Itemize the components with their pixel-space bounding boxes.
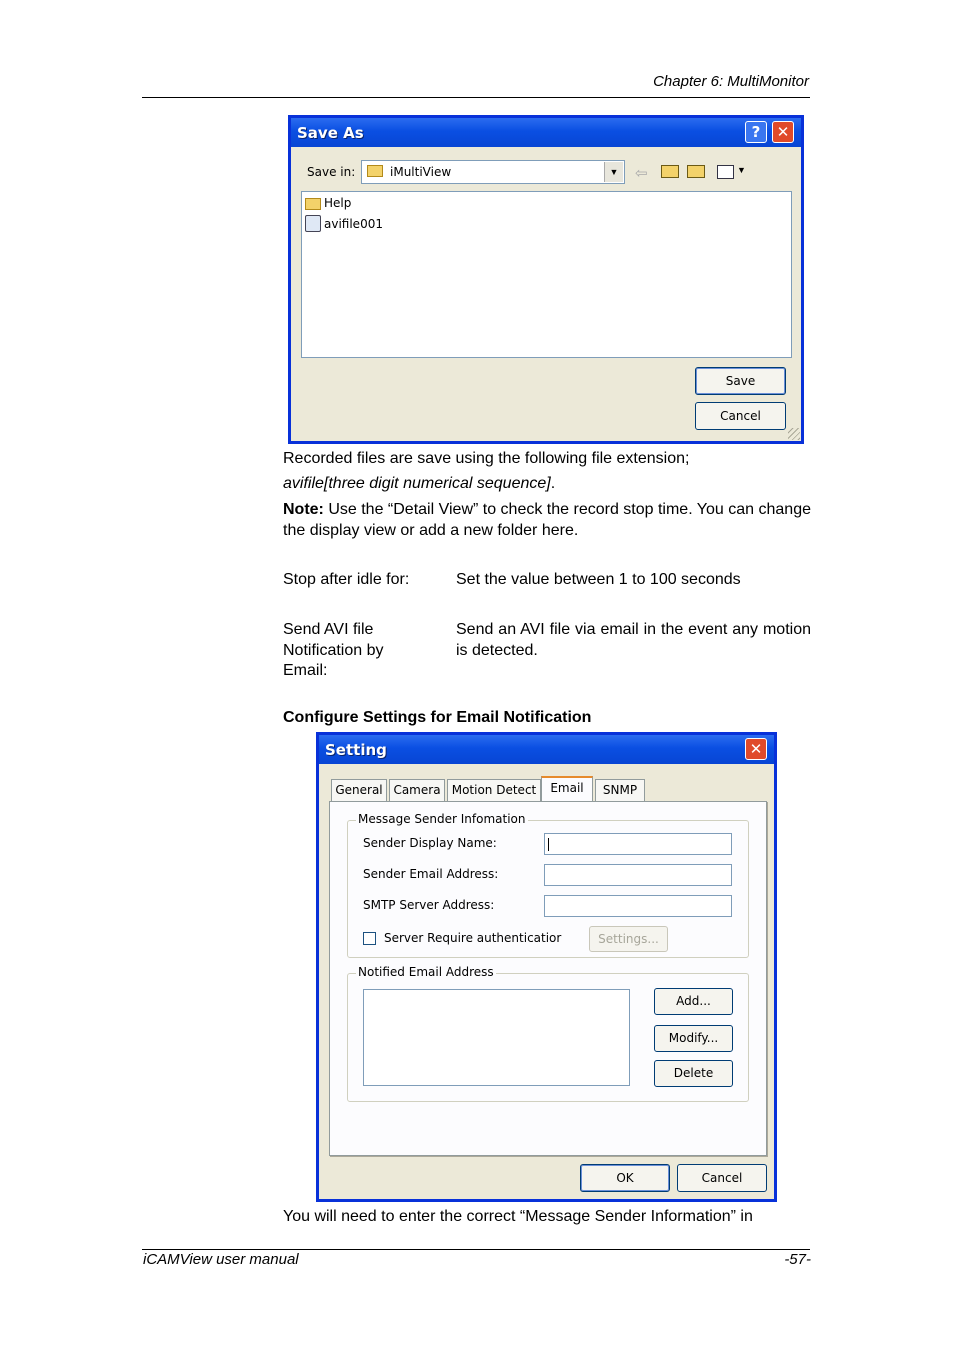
sender-group-label: Message Sender Infomation bbox=[356, 812, 528, 826]
settings-button[interactable]: Settings... bbox=[589, 926, 668, 952]
sender-display-name-field[interactable] bbox=[544, 833, 732, 855]
cancel-button[interactable]: Cancel bbox=[677, 1164, 767, 1192]
file-list[interactable]: Help avifile001 bbox=[301, 191, 792, 358]
resize-grip-icon[interactable] bbox=[788, 428, 800, 440]
note-paragraph: Note: Use the “Detail View” to check the… bbox=[283, 500, 811, 541]
tab-snmp[interactable]: SNMP bbox=[595, 779, 645, 801]
save-in-value: iMultiView bbox=[390, 165, 452, 179]
notified-group-label: Notified Email Address bbox=[356, 965, 496, 979]
save-as-titlebar: Save As ? ✕ bbox=[291, 118, 801, 147]
sender-info-group: Message Sender Infomation Sender Display… bbox=[347, 812, 749, 958]
help-icon[interactable]: ? bbox=[745, 121, 767, 143]
footer-rule bbox=[142, 1249, 810, 1250]
file-name: avifile001 bbox=[324, 217, 383, 231]
auth-checkbox[interactable] bbox=[363, 932, 376, 945]
sender-email-label: Sender Email Address: bbox=[363, 867, 499, 881]
view-chevron-icon[interactable]: ▼ bbox=[737, 165, 746, 175]
chevron-down-icon[interactable]: ▼ bbox=[604, 162, 623, 182]
view-menu-icon[interactable] bbox=[717, 165, 734, 179]
modify-button[interactable]: Modify... bbox=[654, 1025, 733, 1052]
sender-email-field[interactable] bbox=[544, 864, 732, 886]
smtp-server-label: SMTP Server Address: bbox=[363, 898, 495, 912]
smtp-server-field[interactable] bbox=[544, 895, 732, 917]
email-tab-panel: Message Sender Infomation Sender Display… bbox=[329, 801, 767, 1156]
email-term: Send AVI file Notification by Email: bbox=[283, 620, 384, 682]
up-folder-icon[interactable] bbox=[661, 165, 679, 178]
folder-icon bbox=[305, 198, 321, 210]
cancel-button[interactable]: Cancel bbox=[695, 402, 786, 430]
save-as-title: Save As bbox=[297, 124, 364, 142]
section-heading: Configure Settings for Email Notificatio… bbox=[283, 709, 592, 726]
extension-pattern: avifile[three digit numerical sequence] bbox=[283, 475, 551, 492]
note-text: Use the “Detail View” to check the recor… bbox=[283, 501, 811, 539]
close-icon[interactable]: ✕ bbox=[772, 121, 794, 143]
tab-email[interactable]: Email bbox=[541, 776, 593, 801]
text-caret bbox=[548, 838, 549, 851]
footer-page-number: -57- bbox=[784, 1251, 811, 1268]
email-term-line: Email: bbox=[283, 662, 328, 679]
note-label: Note: bbox=[283, 501, 324, 518]
save-button[interactable]: Save bbox=[695, 367, 786, 395]
ok-button[interactable]: OK bbox=[580, 1164, 670, 1192]
save-in-select[interactable]: iMultiView ▼ bbox=[361, 160, 625, 184]
add-button[interactable]: Add... bbox=[654, 988, 733, 1015]
close-icon[interactable]: ✕ bbox=[745, 738, 767, 760]
setting-dialog: Setting ✕ General Camera Motion Detect E… bbox=[316, 732, 777, 1202]
tab-motion-detect[interactable]: Motion Detect bbox=[447, 779, 541, 801]
setting-titlebar: Setting ✕ bbox=[319, 735, 774, 764]
delete-button[interactable]: Delete bbox=[654, 1060, 733, 1087]
tab-camera[interactable]: Camera bbox=[389, 779, 445, 801]
email-term-line: Notification by bbox=[283, 641, 384, 659]
header-rule bbox=[142, 97, 810, 98]
bottom-paragraph: You will need to enter the correct “Mess… bbox=[283, 1208, 753, 1225]
file-extension-text: Recorded files are save using the follow… bbox=[283, 450, 690, 467]
period: . bbox=[550, 475, 556, 492]
email-description: Send an AVI file via email in the event … bbox=[456, 621, 811, 659]
idle-term: Stop after idle for: bbox=[283, 571, 410, 588]
save-as-dialog: Save As ? ✕ Save in: iMultiView ▼ ⇦ ▼ He… bbox=[288, 115, 804, 444]
file-extension-pattern: avifile[three digit numerical sequence]. bbox=[283, 474, 555, 495]
footer-manual-title: iCAMView user manual bbox=[143, 1251, 299, 1268]
file-name: Help bbox=[324, 196, 352, 210]
notified-email-group: Notified Email Address Add... Modify... … bbox=[347, 965, 749, 1102]
folder-icon bbox=[367, 165, 383, 177]
sender-display-name-label: Sender Display Name: bbox=[363, 836, 497, 850]
video-file-icon bbox=[305, 215, 321, 232]
save-in-label: Save in: bbox=[307, 165, 356, 179]
back-arrow-icon[interactable]: ⇦ bbox=[635, 164, 648, 182]
email-term-line: Send AVI file bbox=[283, 621, 374, 638]
tab-general[interactable]: General bbox=[331, 779, 387, 801]
setting-title: Setting bbox=[325, 741, 387, 759]
notified-email-list[interactable] bbox=[363, 989, 630, 1086]
auth-checkbox-label[interactable]: Server Require authenticatior bbox=[384, 931, 561, 945]
idle-description: Set the value between 1 to 100 seconds bbox=[456, 571, 741, 588]
new-folder-icon[interactable] bbox=[687, 165, 705, 178]
chapter-header: Chapter 6: MultiMonitor bbox=[653, 73, 809, 90]
